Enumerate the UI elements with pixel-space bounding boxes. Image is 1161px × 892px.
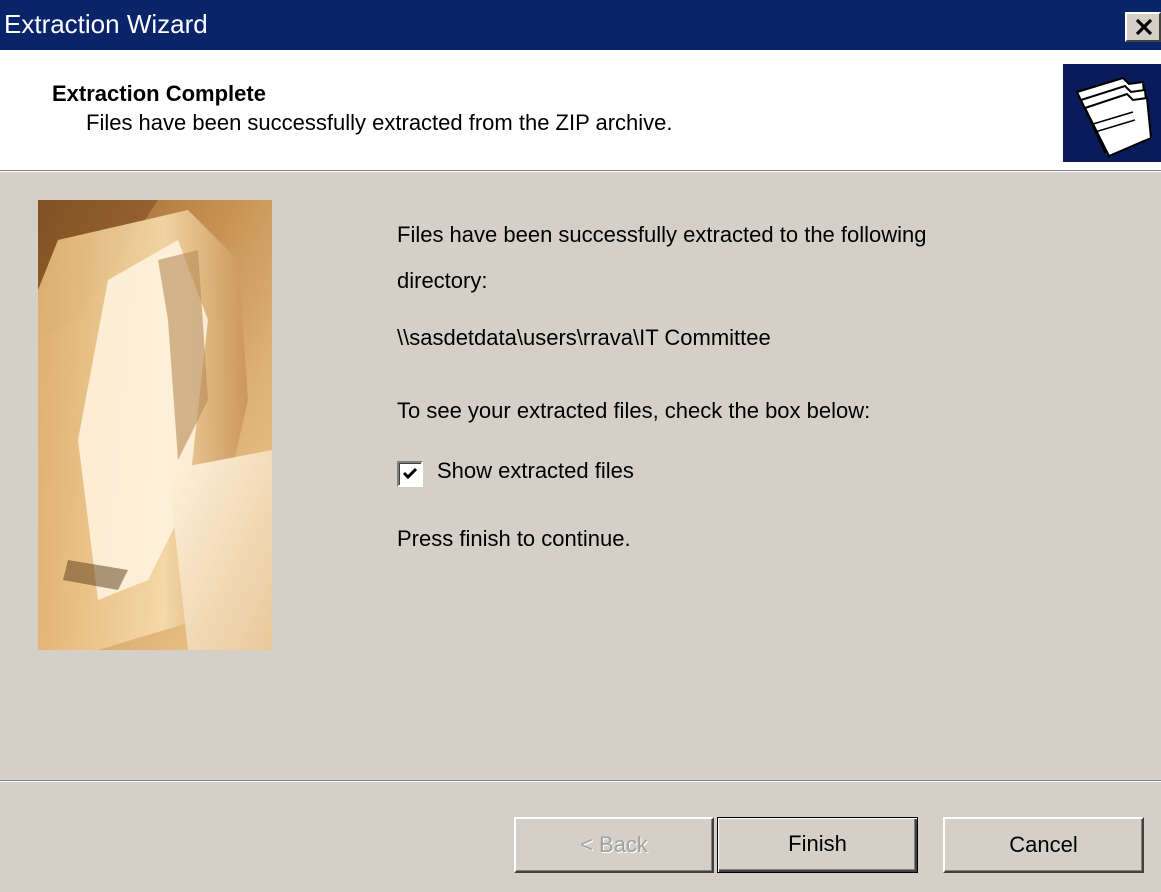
- header-subtitle: Files have been successfully extracted f…: [86, 110, 673, 135]
- extraction-wizard-window: Extraction Wizard Extraction Complete Fi…: [0, 0, 1161, 892]
- header-divider-highlight: [0, 171, 1161, 172]
- success-message-line2: directory:: [397, 268, 488, 293]
- success-message-line1: Files have been successfully extracted t…: [397, 222, 927, 247]
- continue-instruction: Press finish to continue.: [397, 526, 631, 551]
- extracted-directory-path: \\sasdetdata\users\rrava\IT Committee: [397, 325, 771, 350]
- close-icon: [1135, 19, 1153, 35]
- check-prompt-text: To see your extracted files, check the b…: [397, 398, 871, 423]
- footer-divider-highlight: [0, 781, 1161, 782]
- wizard-side-image: [38, 200, 272, 650]
- wizard-header: Extraction Complete Files have been succ…: [0, 50, 1161, 170]
- cancel-button[interactable]: Cancel: [943, 817, 1144, 873]
- header-title: Extraction Complete: [52, 81, 266, 106]
- back-button[interactable]: < Back: [514, 817, 714, 873]
- title-bar: Extraction Wizard: [0, 0, 1161, 50]
- show-extracted-files-checkbox[interactable]: [397, 461, 423, 487]
- folders-icon: [1063, 64, 1161, 162]
- show-extracted-files-label[interactable]: Show extracted files: [437, 458, 634, 484]
- close-button[interactable]: [1125, 12, 1161, 42]
- checkmark-icon: [402, 467, 418, 480]
- finish-button[interactable]: Finish: [717, 817, 918, 873]
- window-title: Extraction Wizard: [4, 9, 208, 39]
